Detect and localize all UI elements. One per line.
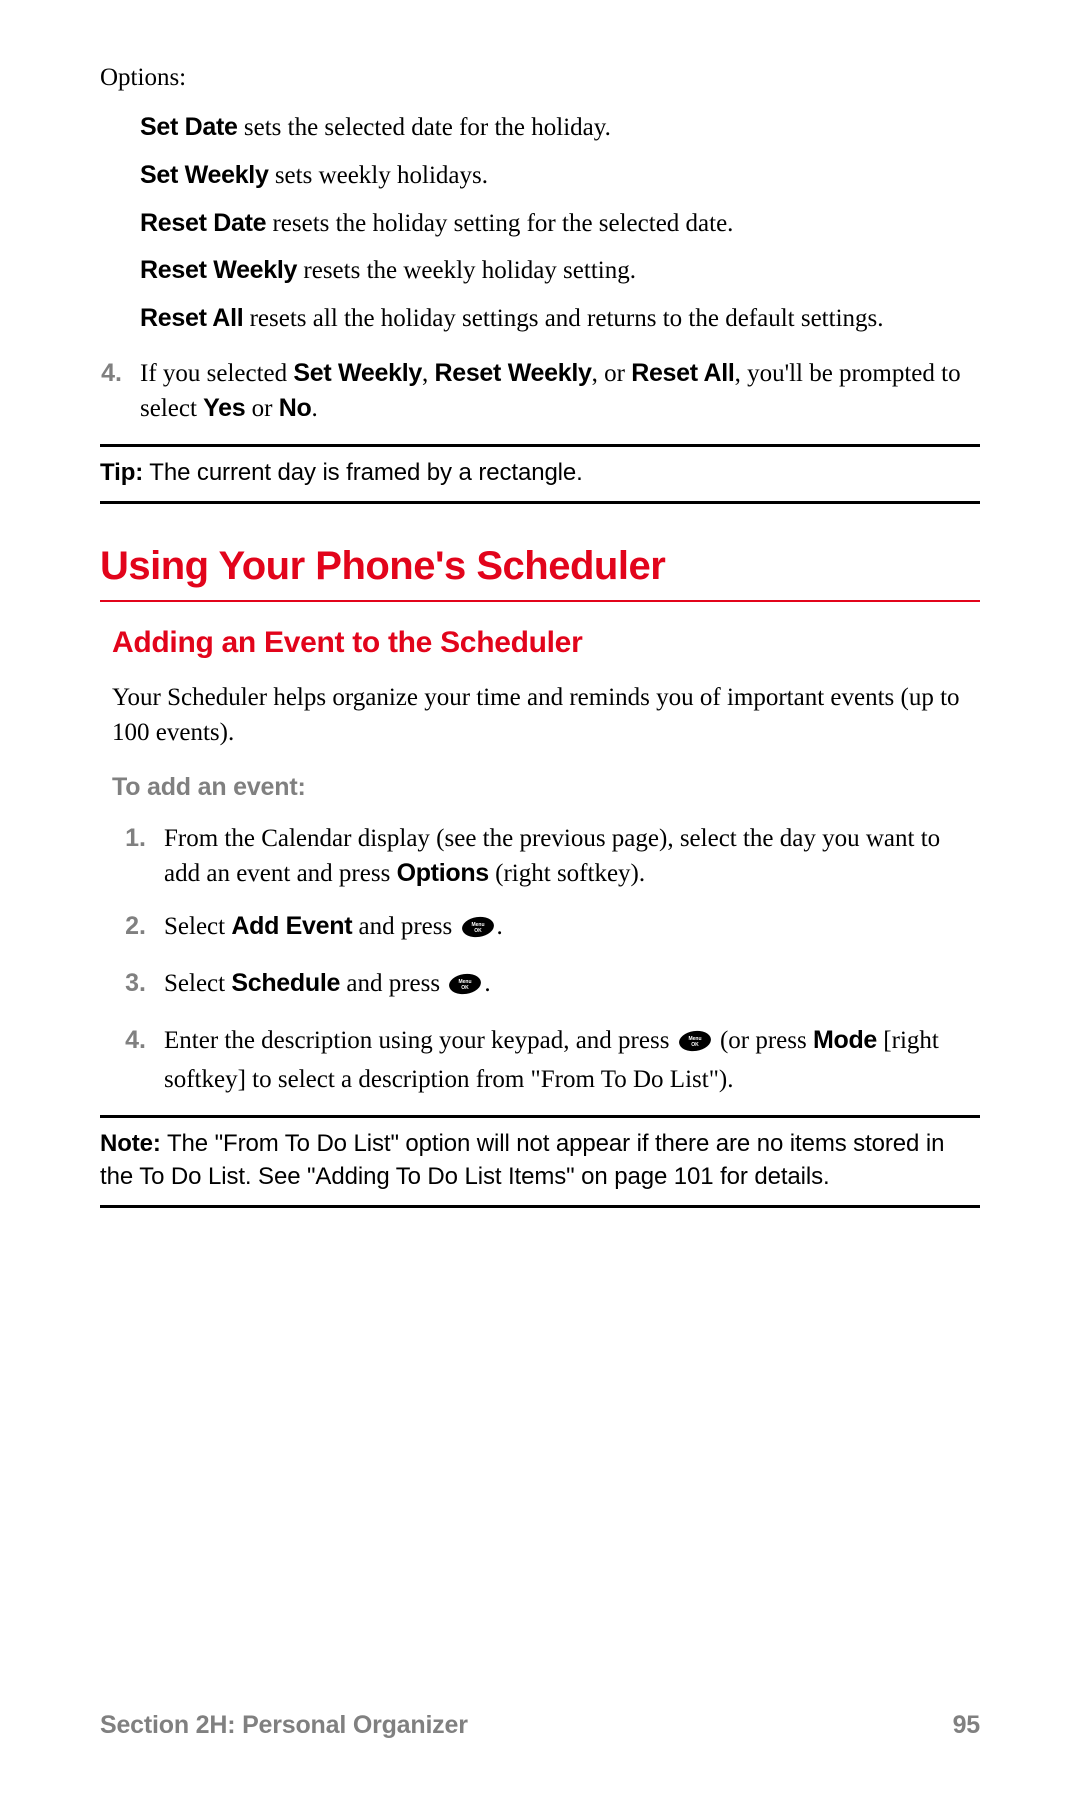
note-box: Note: The "From To Do List" option will … xyxy=(100,1115,980,1208)
step-number: 2. xyxy=(112,909,164,948)
bold-text: Yes xyxy=(203,394,245,422)
step-2: 2. Select Add Event and press MenuOK. xyxy=(112,909,980,948)
page-content: Options: Set Date sets the selected date… xyxy=(100,60,980,1208)
text: and press xyxy=(340,970,446,997)
bold-text: Set Weekly xyxy=(293,359,422,387)
menu-ok-icon: MenuOK xyxy=(678,1027,712,1062)
step-body: Select Schedule and press MenuOK. xyxy=(164,966,980,1005)
bold-text: Mode xyxy=(813,1026,877,1054)
text: . xyxy=(311,395,317,422)
bold-text: No xyxy=(279,394,312,422)
step-body: From the Calendar display (see the previ… xyxy=(164,821,980,891)
option-reset-all: Reset All resets all the holiday setting… xyxy=(140,302,980,336)
options-label: Options: xyxy=(100,60,980,95)
note-text: Note: The "From To Do List" option will … xyxy=(100,1128,980,1193)
bold-text: Options xyxy=(397,859,489,887)
bold-text: Reset Weekly xyxy=(434,359,591,387)
text: Enter the description using your keypad,… xyxy=(164,1027,676,1054)
option-name: Set Date xyxy=(140,113,238,141)
page-footer: Section 2H: Personal Organizer 95 xyxy=(100,1711,980,1740)
option-reset-weekly: Reset Weekly resets the weekly holiday s… xyxy=(140,254,980,288)
option-desc: resets all the holiday settings and retu… xyxy=(243,305,883,332)
bold-text: Schedule xyxy=(231,969,340,997)
section-heading: Using Your Phone's Scheduler xyxy=(100,538,980,602)
text: and press xyxy=(352,913,458,940)
text: , xyxy=(422,360,435,387)
note-body: The "From To Do List" option will not ap… xyxy=(100,1130,944,1189)
option-desc: sets the selected date for the holiday. xyxy=(238,114,611,141)
step-number: 1. xyxy=(112,821,164,891)
menu-ok-icon: MenuOK xyxy=(461,913,495,948)
svg-text:OK: OK xyxy=(462,985,470,991)
text: Select xyxy=(164,970,231,997)
step-number: 3. xyxy=(112,966,164,1005)
intro-paragraph: Your Scheduler helps organize your time … xyxy=(112,680,980,750)
svg-text:OK: OK xyxy=(691,1042,699,1048)
step-number: 4. xyxy=(112,1023,164,1097)
step-body: Select Add Event and press MenuOK. xyxy=(164,909,980,948)
option-set-date: Set Date sets the selected date for the … xyxy=(140,111,980,145)
option-desc: resets the holiday setting for the selec… xyxy=(266,210,733,237)
to-add-heading: To add an event: xyxy=(112,770,980,805)
step-body: If you selected Set Weekly, Reset Weekly… xyxy=(140,356,980,426)
text: Select xyxy=(164,913,231,940)
text: or xyxy=(245,395,278,422)
bold-text: Reset All xyxy=(631,359,734,387)
option-set-weekly: Set Weekly sets weekly holidays. xyxy=(140,159,980,193)
tip-text: Tip: The current day is framed by a rect… xyxy=(100,457,980,489)
list-step-4-top: 4. If you selected Set Weekly, Reset Wee… xyxy=(100,356,980,426)
step-4: 4. Enter the description using your keyp… xyxy=(112,1023,980,1097)
option-name: Reset Date xyxy=(140,209,266,237)
text: (or press xyxy=(714,1027,813,1054)
tip-box: Tip: The current day is framed by a rect… xyxy=(100,444,980,504)
option-desc: resets the weekly holiday setting. xyxy=(297,257,636,284)
tip-body: The current day is framed by a rectangle… xyxy=(143,459,583,486)
text: . xyxy=(484,970,490,997)
tip-label: Tip: xyxy=(100,459,143,486)
sub-heading: Adding an Event to the Scheduler xyxy=(112,622,980,664)
option-reset-date: Reset Date resets the holiday setting fo… xyxy=(140,207,980,241)
option-name: Set Weekly xyxy=(140,161,269,189)
footer-page-number: 95 xyxy=(953,1711,980,1740)
step-number: 4. xyxy=(100,356,140,426)
svg-text:OK: OK xyxy=(474,928,482,934)
step-1: 1. From the Calendar display (see the pr… xyxy=(112,821,980,891)
steps-list: 1. From the Calendar display (see the pr… xyxy=(112,821,980,1097)
option-name: Reset All xyxy=(140,304,243,332)
text: If you selected xyxy=(140,360,293,387)
step-body: Enter the description using your keypad,… xyxy=(164,1023,980,1097)
option-desc: sets weekly holidays. xyxy=(269,162,488,189)
bold-text: Add Event xyxy=(231,912,352,940)
footer-section: Section 2H: Personal Organizer xyxy=(100,1711,468,1740)
option-name: Reset Weekly xyxy=(140,256,297,284)
step-3: 3. Select Schedule and press MenuOK. xyxy=(112,966,980,1005)
text: (right softkey). xyxy=(489,860,645,887)
menu-ok-icon: MenuOK xyxy=(448,970,482,1005)
text: , or xyxy=(592,360,632,387)
note-label: Note: xyxy=(100,1130,161,1157)
text: . xyxy=(497,913,503,940)
